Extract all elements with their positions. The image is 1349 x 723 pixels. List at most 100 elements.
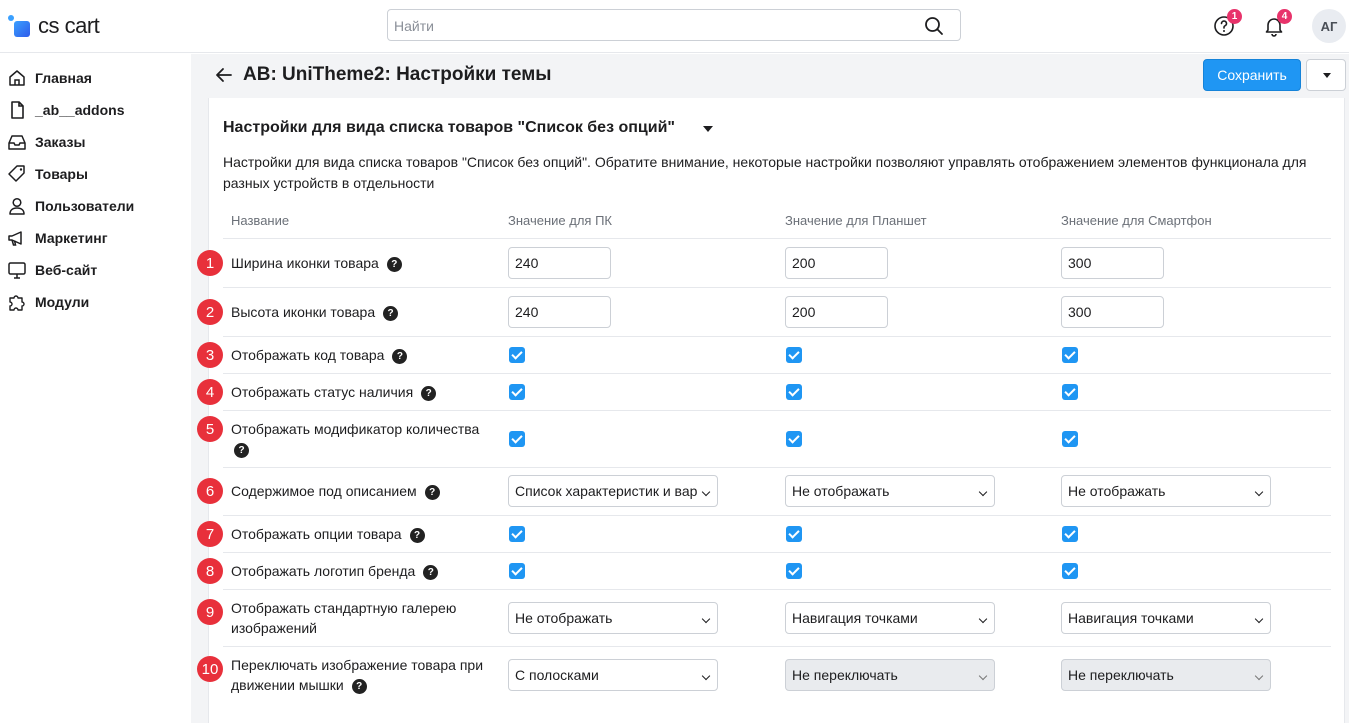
under-description-pc-select[interactable]: Список характеристик и вар — [508, 475, 718, 507]
row-label-text: Отображать модификатор количества — [231, 421, 480, 437]
chevron-down-icon — [701, 614, 711, 624]
show-options-phone-checkbox[interactable] — [1062, 526, 1078, 542]
show-qty-modifier-phone-checkbox[interactable] — [1062, 431, 1078, 447]
sidebar-item-label: Веб-сайт — [35, 262, 98, 278]
help-icon[interactable]: ? — [409, 528, 425, 543]
select-value: С полосками — [515, 667, 599, 683]
row-number-badge: 7 — [197, 521, 223, 547]
show-brand-logo-phone-checkbox[interactable] — [1062, 563, 1078, 579]
under-description-phone-select[interactable]: Не отображать — [1061, 475, 1271, 507]
row-number-badge: 3 — [197, 342, 223, 368]
row-divider — [223, 552, 1331, 553]
search-input[interactable] — [394, 16, 914, 36]
notifications-button[interactable]: 4 — [1262, 9, 1292, 38]
section-description: Настройки для вида списка товаров "Списо… — [223, 154, 1307, 191]
show-stock-pc-checkbox[interactable] — [509, 384, 525, 400]
icon-height-tablet-input[interactable] — [785, 296, 888, 328]
show-brand-logo-tablet-checkbox[interactable] — [786, 563, 802, 579]
help-icon[interactable]: ? — [424, 485, 440, 500]
show-code-pc-checkbox[interactable] — [509, 347, 525, 363]
sidebar-item-label: Заказы — [35, 134, 86, 150]
select-value: Не отображать — [1068, 483, 1166, 499]
hover-switch-pc-select[interactable]: С полосками — [508, 659, 718, 691]
help-icon[interactable]: ? — [351, 679, 367, 694]
tag-icon — [8, 165, 25, 182]
sidebar-item-label: Главная — [35, 70, 92, 86]
chevron-down-icon — [978, 614, 988, 624]
avatar[interactable]: АГ — [1312, 9, 1346, 43]
column-header-name: Название — [231, 213, 290, 228]
show-code-phone-checkbox[interactable] — [1062, 347, 1078, 363]
help-icon[interactable]: ? — [423, 565, 439, 580]
row-number-badge: 1 — [197, 250, 223, 276]
row-divider — [223, 646, 1331, 647]
show-stock-phone-checkbox[interactable] — [1062, 384, 1078, 400]
help-icon[interactable]: ? — [386, 257, 402, 272]
save-button[interactable]: Сохранить — [1203, 59, 1301, 91]
sidebar-item-home[interactable]: Главная — [0, 62, 191, 94]
icon-height-pc-input[interactable] — [508, 296, 611, 328]
sidebar-item-label: Маркетинг — [35, 230, 108, 246]
chevron-down-icon — [1254, 614, 1264, 624]
icon-width-pc-input[interactable] — [508, 247, 611, 279]
search-icon[interactable] — [924, 16, 944, 36]
gallery-tablet-select[interactable]: Навигация точками — [785, 602, 995, 634]
row-number-badge: 9 — [197, 599, 223, 625]
icon-height-phone-input[interactable] — [1061, 296, 1164, 328]
chevron-down-icon — [701, 487, 711, 497]
logo-text: cs cart — [38, 13, 100, 38]
top-bar: cs cart 1 4 АГ — [0, 0, 1349, 53]
row-label: Отображать статус наличия? — [231, 382, 501, 402]
show-options-pc-checkbox[interactable] — [509, 526, 525, 542]
sidebar-item-website[interactable]: Веб-сайт — [0, 254, 191, 286]
gallery-pc-select[interactable]: Не отображать — [508, 602, 718, 634]
row-label-text: Содержимое под описанием — [231, 483, 417, 499]
logo[interactable]: cs cart — [8, 12, 100, 40]
help-icon[interactable]: ? — [234, 443, 249, 458]
section-toggle-caret-icon[interactable] — [703, 126, 713, 132]
column-header-tablet: Значение для Планшет — [785, 213, 927, 228]
sidebar-item-products[interactable]: Товары — [0, 158, 191, 190]
icon-width-phone-input[interactable] — [1061, 247, 1164, 279]
row-number-badge: 6 — [197, 478, 223, 504]
row-divider — [223, 373, 1331, 374]
show-stock-tablet-checkbox[interactable] — [786, 384, 802, 400]
sidebar-item-marketing[interactable]: Маркетинг — [0, 222, 191, 254]
show-options-tablet-checkbox[interactable] — [786, 526, 802, 542]
sidebar-item-addons[interactable]: _ab__addons — [0, 94, 191, 126]
help-button[interactable]: 1 — [1212, 9, 1242, 38]
row-divider — [223, 410, 1331, 411]
chevron-down-icon — [1254, 671, 1264, 681]
show-code-tablet-checkbox[interactable] — [786, 347, 802, 363]
back-arrow-icon[interactable] — [214, 65, 234, 85]
help-icon[interactable]: ? — [421, 386, 437, 401]
more-actions-button[interactable] — [1306, 59, 1346, 91]
select-value: Навигация точками — [1068, 610, 1194, 626]
gallery-phone-select[interactable]: Навигация точками — [1061, 602, 1271, 634]
sidebar-item-modules[interactable]: Модули — [0, 286, 191, 318]
megaphone-icon — [8, 231, 22, 246]
sidebar-item-users[interactable]: Пользователи — [0, 190, 191, 222]
chevron-down-icon — [978, 487, 988, 497]
row-label: Отображать опции товара? — [231, 524, 501, 544]
chevron-down-icon — [1254, 487, 1264, 497]
help-badge: 1 — [1227, 9, 1242, 24]
select-value: Не переключать — [792, 667, 898, 683]
sidebar: Главная _ab__addons Заказы Товары Пользо… — [0, 54, 191, 723]
show-brand-logo-pc-checkbox[interactable] — [509, 563, 525, 579]
show-qty-modifier-pc-checkbox[interactable] — [509, 431, 525, 447]
row-label: Отображать код товара? — [231, 345, 501, 365]
show-qty-modifier-tablet-checkbox[interactable] — [786, 431, 802, 447]
row-label-text: Отображать опции товара — [231, 526, 402, 542]
under-description-tablet-select[interactable]: Не отображать — [785, 475, 995, 507]
help-icon[interactable]: ? — [383, 306, 399, 321]
sidebar-item-orders[interactable]: Заказы — [0, 126, 191, 158]
help-icon[interactable]: ? — [392, 349, 408, 364]
row-label-text: Высота иконки товара — [231, 304, 376, 320]
row-number-badge: 4 — [197, 379, 223, 405]
select-value: Не переключать — [1068, 667, 1174, 683]
icon-width-tablet-input[interactable] — [785, 247, 888, 279]
row-number-badge: 8 — [197, 558, 223, 584]
row-divider — [223, 467, 1331, 468]
row-number-badge: 2 — [197, 299, 223, 325]
